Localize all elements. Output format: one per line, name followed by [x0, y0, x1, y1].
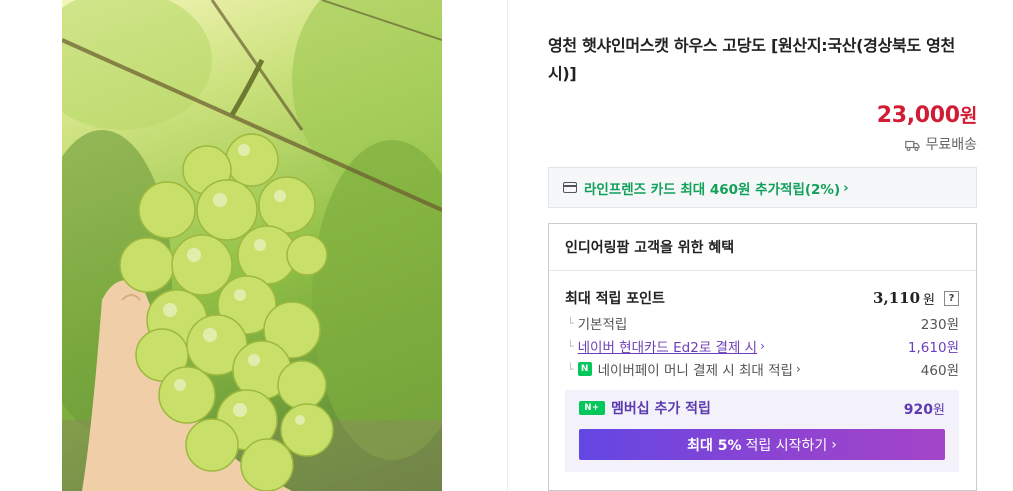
chevron-right-icon: › [831, 436, 837, 453]
membership-label: 멤버십 추가 적립 [611, 401, 711, 417]
column-divider [507, 0, 508, 491]
max-points-unit: 원 [923, 292, 935, 308]
basic-points-label: 기본적립 [577, 317, 628, 333]
benefits-panel: 인디어링팜 고객을 위한 혜택 최대 적립 포인트 3,110 원 ? └ 기본… [548, 223, 977, 491]
product-image [62, 0, 442, 491]
truck-icon [905, 139, 921, 151]
price-unit: 원 [959, 105, 977, 127]
max-points-value: 3,110 [873, 289, 921, 307]
card-benefit-text: 라인프렌즈 카드 최대 460원 추가적립(2%) [584, 181, 841, 198]
benefits-heading: 인디어링팜 고객을 위한 혜택 [549, 224, 976, 271]
hyundai-card-unit: 원 [946, 340, 959, 356]
basic-points-unit: 원 [946, 317, 959, 333]
shipping-label: 무료배송 [925, 137, 977, 153]
hyundai-card-row: └ 네이버 현대카드 Ed2로 결제 시 › 1,610원 [567, 336, 959, 356]
start-membership-button[interactable]: 최대 5% 적립 시작하기 › [579, 429, 945, 460]
naver-plus-badge-icon: N+ [579, 401, 605, 415]
max-points-label: 최대 적립 포인트 [565, 291, 665, 307]
basic-points-value: 230 [920, 317, 947, 333]
naverpay-unit: 원 [946, 363, 959, 379]
credit-card-icon [563, 182, 577, 193]
hyundai-card-link[interactable]: 네이버 현대카드 Ed2로 결제 시 [578, 336, 757, 356]
hyundai-card-value: 1,610 [907, 340, 947, 356]
chevron-right-icon: › [760, 339, 765, 353]
card-benefit-banner[interactable]: 라인프렌즈 카드 최대 460원 추가적립(2%) › [548, 167, 977, 208]
max-points-value-wrap: 3,110 원 ? [873, 289, 959, 308]
naverpay-value: 460 [920, 363, 947, 379]
membership-value: 920 [903, 401, 934, 418]
shipping-info: 무료배송 [905, 134, 977, 154]
product-price: 23,000원 [876, 101, 978, 128]
membership-section: N+ 멤버십 추가 적립 920원 최대 5% 적립 시작하기 › [565, 390, 959, 472]
tree-branch-icon: └ [567, 362, 574, 376]
tree-branch-icon: └ [567, 339, 574, 353]
max-points-row: 최대 적립 포인트 3,110 원 ? [565, 288, 959, 308]
chevron-right-icon: › [843, 179, 849, 196]
chevron-right-icon: › [795, 362, 801, 376]
grape-illustration [62, 0, 442, 491]
membership-button-text: 적립 시작하기 [745, 437, 828, 454]
naverpay-link[interactable]: 네이버페이 머니 결제 시 최대 적립 [598, 359, 793, 379]
membership-row: N+ 멤버십 추가 적립 920원 [579, 390, 945, 426]
membership-unit: 원 [933, 402, 945, 418]
help-icon[interactable]: ? [944, 290, 959, 306]
basic-points-row: └ 기본적립 230원 [567, 313, 959, 334]
tree-branch-icon: └ [567, 316, 574, 330]
product-title: 영천 햇샤인머스캣 하우스 고당도 [원산지:국산(경상북도 영천시)] [548, 36, 955, 83]
naverpay-row: └ N 네이버페이 머니 결제 시 최대 적립 › 460원 [567, 359, 959, 379]
membership-button-bold: 최대 5% [687, 437, 742, 454]
price-value: 23,000 [876, 103, 960, 128]
naverpay-badge-icon: N [577, 362, 592, 376]
